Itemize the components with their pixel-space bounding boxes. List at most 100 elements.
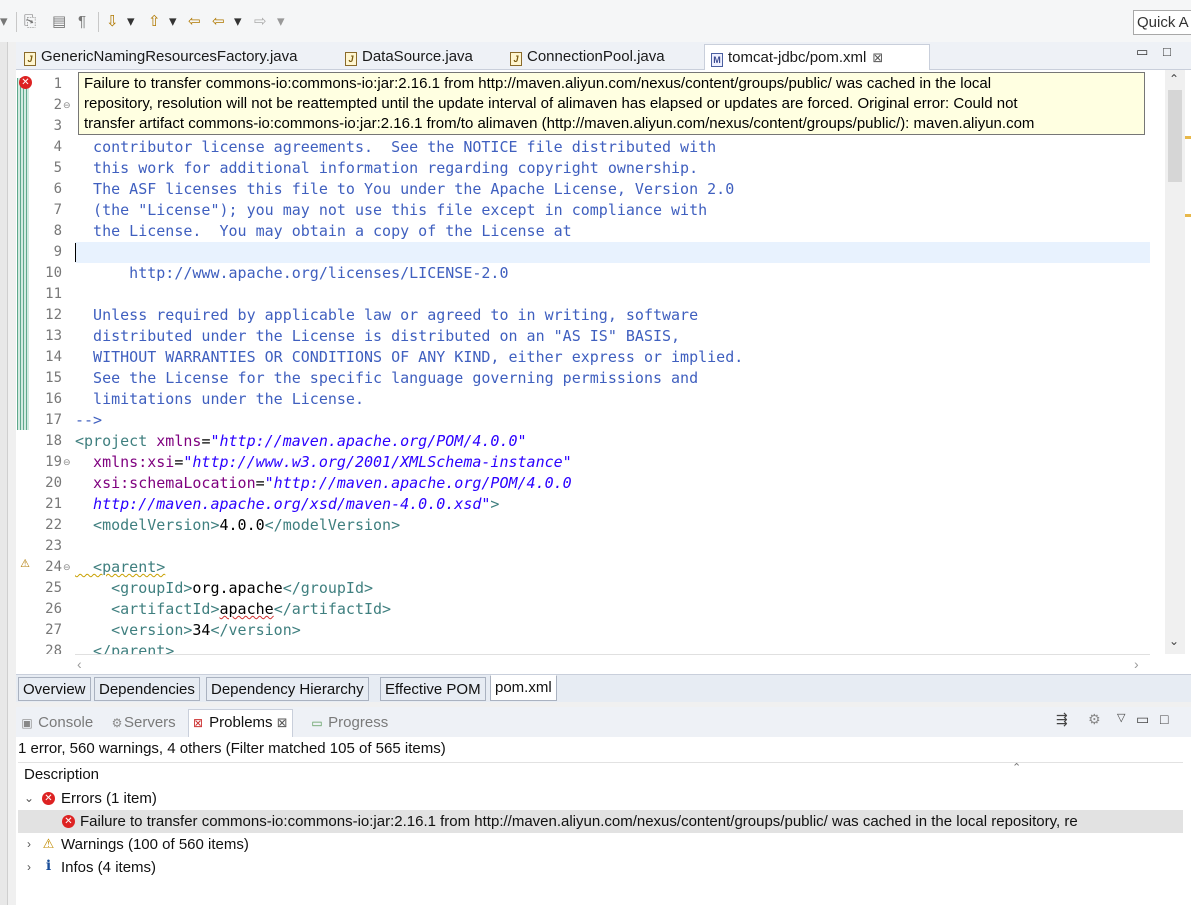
next-annotation-dropdown-icon[interactable]: ▾ — [127, 12, 135, 32]
tree-label: Infos (4 items) — [61, 859, 157, 876]
problems-summary: 1 error, 560 warnings, 4 others (Filter … — [18, 740, 446, 757]
code-line: <modelVersion>4.0.0</modelVersion> — [75, 515, 400, 536]
error-icon: ✕ — [62, 815, 75, 828]
main-toolbar: ▾ ⎘ ▤ ¶ ⇩ ▾ ⇧ ▾ ⇦ ⇦ ▾ ⇨ ▾ Quick A — [0, 0, 1191, 42]
scroll-right-icon[interactable]: › — [1134, 656, 1139, 672]
code-line: the License. You may obtain a copy of th… — [75, 222, 572, 240]
xml-text: 4.0.0 — [219, 516, 265, 534]
code-line: http://www.apache.org/licenses/LICENSE-2… — [75, 264, 509, 282]
tab-datasource[interactable]: J DataSource.java — [339, 44, 473, 70]
overview-warning-mark[interactable] — [1185, 214, 1191, 217]
editor-area: J GenericNamingResourcesFactory.java J Dat… — [16, 42, 1191, 702]
problems-panel: ▣ Console ⚙ Servers ⊠ Problems ⊠ ▭ Progre… — [16, 707, 1191, 905]
previous-annotation-icon[interactable]: ⇧ — [148, 12, 161, 32]
tab-dependencies[interactable]: Dependencies — [94, 677, 200, 701]
xml-tag: <artifactId> — [75, 600, 220, 618]
code-line: distributed under the License is distrib… — [75, 327, 681, 345]
xml-tag: <project — [75, 432, 148, 450]
code-line: WITHOUT WARRANTIES OR CONDITIONS OF ANY … — [75, 348, 744, 366]
tab-label: Progress — [328, 714, 389, 731]
tab-progress[interactable]: ▭ Progress — [310, 711, 388, 735]
warning-marker-icon[interactable]: ⚠ — [18, 557, 32, 571]
code-line: xsi:schemaLocation="http://maven.apache.… — [75, 473, 572, 494]
chevron-right-icon[interactable]: › — [22, 856, 36, 879]
minimize-icon[interactable]: ▭ — [1136, 44, 1148, 60]
line-number: 3 — [53, 118, 62, 134]
fold-collapse-icon[interactable]: ⊖ — [63, 452, 72, 473]
scroll-up-icon[interactable]: ⌃ — [1169, 72, 1179, 86]
back-dropdown-icon[interactable]: ▾ — [234, 12, 242, 32]
xml-text: 34 — [192, 621, 211, 639]
tab-pom-xml[interactable]: Mtomcat-jdbc/pom.xml ⊠ — [704, 44, 930, 71]
vertical-scrollbar[interactable]: ⌃ ⌄ — [1165, 70, 1185, 654]
line-number: 22 — [45, 517, 62, 533]
tab-label: Servers — [124, 714, 176, 731]
show-whitespace-icon[interactable]: ¶ — [78, 12, 86, 32]
overview-ruler[interactable] — [1185, 70, 1191, 654]
tab-effective-pom[interactable]: Effective POM — [380, 677, 486, 701]
fold-collapse-icon[interactable]: ⊖ — [63, 557, 72, 578]
tab-servers[interactable]: ⚙ Servers — [110, 711, 176, 735]
toggle-mark-occurrences-icon[interactable]: ⎘ — [24, 12, 36, 32]
forward-icon[interactable]: ⇨ — [254, 12, 267, 32]
line-number: 24 — [45, 559, 62, 575]
chevron-down-icon[interactable]: ⌄ — [22, 787, 36, 810]
tree-item-error[interactable]: ✕ Failure to transfer commons-io:commons… — [18, 810, 1183, 833]
java-file-icon: J — [24, 52, 36, 66]
tab-dependency-hierarchy[interactable]: Dependency Hierarchy — [206, 677, 369, 701]
tab-overview[interactable]: Overview — [18, 677, 91, 701]
column-header-label: Description — [24, 766, 100, 783]
error-marker-icon[interactable]: ✕ — [19, 76, 32, 89]
tree-group-warnings[interactable]: › ⚠ Warnings (100 of 560 items) — [18, 833, 1183, 856]
code-editor[interactable]: 1 2 3 4 5 6 7 8 9 10 11 12 13 14 15 16 1… — [16, 70, 1150, 654]
minimize-icon[interactable]: ▭ — [1136, 711, 1149, 728]
tooltip-line: transfer artifact commons-io:commons-io:… — [84, 115, 1035, 132]
next-annotation-icon[interactable]: ⇩ — [106, 12, 119, 32]
scroll-down-icon[interactable]: ⌄ — [1169, 634, 1179, 648]
servers-icon: ⚙ — [111, 716, 123, 730]
quick-diff-bar — [17, 78, 29, 430]
xml-tag: </version> — [210, 621, 301, 639]
code-line: <artifactId>apache</artifactId> — [75, 599, 391, 620]
maximize-icon[interactable]: □ — [1163, 44, 1171, 59]
tab-console[interactable]: ▣ Console — [20, 711, 93, 735]
forward-dropdown-icon[interactable]: ▾ — [277, 12, 285, 32]
maven-pom-icon: M — [711, 53, 723, 67]
chevron-right-icon[interactable]: › — [22, 833, 36, 856]
dropdown-arrow-icon[interactable]: ▾ — [0, 12, 8, 32]
line-number: 18 — [45, 433, 62, 449]
focus-on-active-task-icon[interactable]: ⇶ — [1056, 711, 1068, 728]
problems-icon: ⊠ — [192, 716, 204, 730]
quick-access-input[interactable]: Quick A — [1133, 10, 1191, 35]
toggle-block-selection-icon[interactable]: ▤ — [52, 12, 66, 32]
xml-attr: xmlns — [147, 432, 202, 450]
scrollbar-thumb[interactable] — [1168, 90, 1182, 182]
horizontal-scrollbar[interactable]: ‹ › — [75, 654, 1150, 674]
code-line: http://maven.apache.org/xsd/maven-4.0.0.… — [75, 494, 499, 515]
previous-annotation-dropdown-icon[interactable]: ▾ — [169, 12, 177, 32]
line-number: 2 — [53, 97, 62, 113]
tree-group-errors[interactable]: ⌄ ✕ Errors (1 item) — [18, 787, 1183, 810]
filters-icon[interactable]: ⚙ — [1088, 711, 1101, 728]
overview-warning-mark[interactable] — [1185, 136, 1191, 139]
view-menu-icon[interactable]: ▽ — [1117, 711, 1125, 724]
tab-problems[interactable]: ⊠ Problems ⊠ — [188, 709, 293, 737]
close-tab-icon[interactable]: ⊠ — [872, 50, 883, 65]
fold-collapse-icon[interactable]: ⊖ — [63, 95, 72, 116]
tab-generic-naming-resources-factory[interactable]: J GenericNamingResourcesFactory.java — [18, 44, 298, 70]
close-tab-icon[interactable]: ⊠ — [277, 715, 288, 730]
tab-pom-xml-source[interactable]: pom.xml — [490, 675, 557, 701]
xml-text: apache — [219, 600, 274, 618]
scroll-left-icon[interactable]: ‹ — [77, 656, 82, 672]
line-number: 6 — [53, 181, 62, 197]
maximize-icon[interactable]: □ — [1160, 711, 1168, 727]
line-number: 27 — [45, 622, 62, 638]
progress-icon: ▭ — [311, 716, 323, 730]
back-icon[interactable]: ⇦ — [212, 12, 225, 32]
text-caret — [75, 243, 76, 262]
last-edit-location-icon[interactable]: ⇦ — [188, 12, 201, 32]
tab-label: DataSource.java — [362, 48, 473, 65]
column-header-description[interactable]: Description ⌃ — [18, 762, 1183, 786]
tab-connection-pool[interactable]: J ConnectionPool.java — [504, 44, 665, 70]
tree-group-infos[interactable]: › i Infos (4 items) — [18, 856, 1183, 879]
